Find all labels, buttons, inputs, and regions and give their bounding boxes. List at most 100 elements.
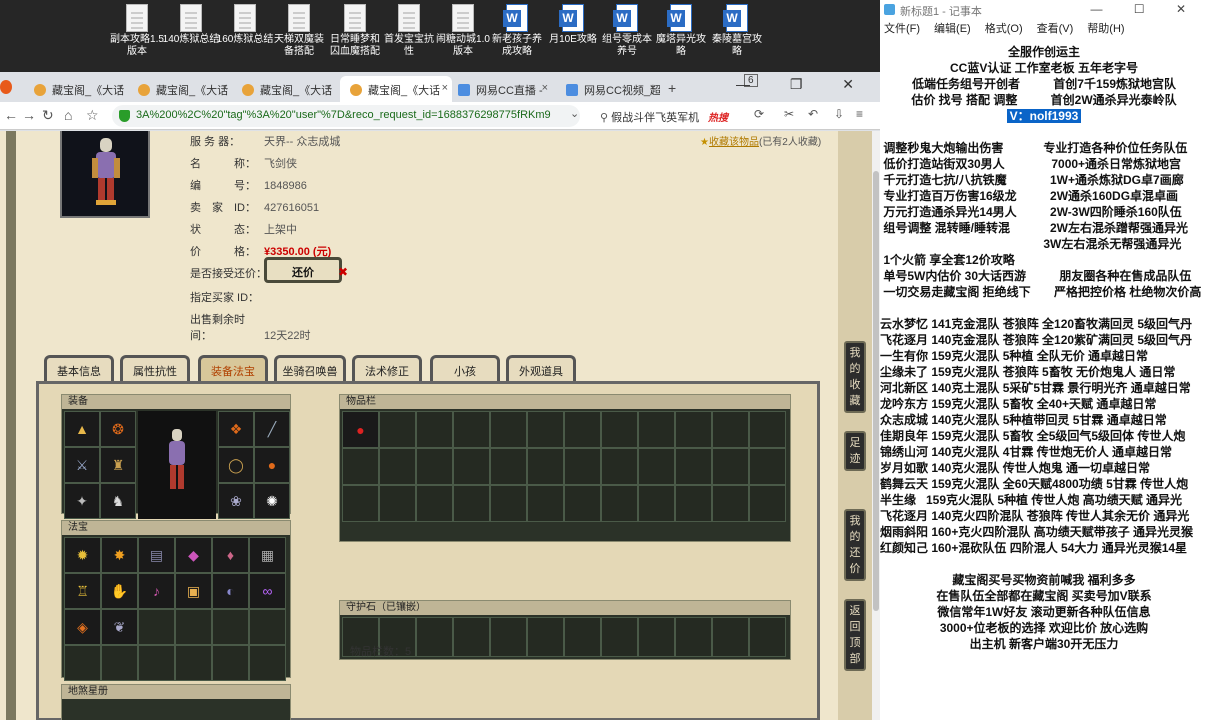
- treasure-flame-icon[interactable]: ✸: [101, 537, 138, 573]
- back-icon[interactable]: ←: [4, 107, 18, 123]
- bag-slot[interactable]: [416, 411, 453, 448]
- desktop-icon[interactable]: W 组号零成本养号: [598, 4, 656, 58]
- notepad-menu-item[interactable]: 文件(F): [884, 23, 920, 35]
- game-tab[interactable]: 法术修正: [352, 355, 422, 383]
- treasure-seal-icon[interactable]: ▣: [175, 573, 212, 609]
- bag-slot[interactable]: [379, 411, 416, 448]
- game-tab[interactable]: 小孩: [430, 355, 500, 383]
- spirit-icon[interactable]: ❀: [218, 483, 254, 519]
- browser-tab[interactable]: 藏宝阁_《大话 ×: [232, 76, 336, 102]
- weapon-icon[interactable]: ⚔: [64, 447, 100, 483]
- browser-tab[interactable]: 藏宝阁_《大话 ×: [340, 76, 452, 102]
- helmet-icon[interactable]: ▲: [64, 411, 100, 447]
- boots-icon[interactable]: ♞: [100, 483, 136, 519]
- bag-slot[interactable]: [638, 448, 675, 485]
- bag-slot[interactable]: [527, 411, 564, 448]
- red-gem-icon[interactable]: ●: [342, 411, 379, 448]
- desktop-icon[interactable]: 首发宝宝抗性: [380, 4, 438, 58]
- bag-slot[interactable]: [564, 448, 601, 485]
- bag-slot[interactable]: [749, 485, 786, 522]
- side-button[interactable]: 足迹: [844, 431, 866, 471]
- bag-slot[interactable]: [342, 485, 379, 522]
- sword-icon[interactable]: ╱: [254, 411, 290, 447]
- bag-slot[interactable]: [490, 448, 527, 485]
- bag-slot[interactable]: [712, 485, 749, 522]
- bag-slot[interactable]: [675, 485, 712, 522]
- guard-slot[interactable]: [749, 617, 786, 657]
- bag-slot[interactable]: [564, 485, 601, 522]
- notepad-menu-item[interactable]: 编辑(E): [934, 23, 971, 35]
- bag-slot[interactable]: [453, 485, 490, 522]
- desktop-icon[interactable]: W 新老孩子养成攻略: [488, 4, 546, 58]
- desktop-icon[interactable]: W 魔塔异光攻略: [652, 4, 710, 58]
- bag-slot[interactable]: [527, 448, 564, 485]
- bookmark-icon[interactable]: ☆: [86, 107, 99, 124]
- treasure-scroll-icon[interactable]: ▤: [138, 537, 175, 573]
- bag-slot[interactable]: [342, 448, 379, 485]
- bag-slot[interactable]: [564, 411, 601, 448]
- treasure-lantern-icon[interactable]: ♦: [212, 537, 249, 573]
- refresh-tool-icon[interactable]: ⟳: [754, 107, 764, 121]
- desktop-icon[interactable]: 天梯双魔装备搭配: [270, 4, 328, 58]
- guard-slot[interactable]: [416, 617, 453, 657]
- guard-slot[interactable]: [638, 617, 675, 657]
- notepad-menu-item[interactable]: 格式(O): [985, 23, 1023, 35]
- forward-icon[interactable]: →: [22, 107, 36, 123]
- bag-slot[interactable]: [601, 485, 638, 522]
- home-icon[interactable]: ⌂: [64, 107, 72, 123]
- treasure-gem-icon[interactable]: ◆: [175, 537, 212, 573]
- downloads-icon[interactable]: ⇩: [834, 107, 844, 121]
- browser-tab[interactable]: 藏宝阁_《大话 ×: [24, 76, 128, 102]
- bag-slot[interactable]: [379, 485, 416, 522]
- pearl-icon[interactable]: ✺: [254, 483, 290, 519]
- side-button[interactable]: 返回顶部: [844, 599, 866, 671]
- bag-slot[interactable]: [675, 448, 712, 485]
- treasure-token-icon[interactable]: ◈: [64, 609, 101, 645]
- bag-slot[interactable]: [638, 485, 675, 522]
- guard-slot[interactable]: [564, 617, 601, 657]
- necklace-icon[interactable]: ❂: [100, 411, 136, 447]
- counter-offer-button[interactable]: 还价: [264, 257, 342, 283]
- game-tab[interactable]: 基本信息: [44, 355, 114, 383]
- page-scrollbar[interactable]: [872, 131, 880, 720]
- undo-icon[interactable]: ↶: [808, 107, 818, 121]
- guard-slot[interactable]: [601, 617, 638, 657]
- guard-slot[interactable]: [490, 617, 527, 657]
- desktop-icon[interactable]: 140炼狱总结: [162, 4, 220, 46]
- treasure-sun-icon[interactable]: ✹: [64, 537, 101, 573]
- bag-slot[interactable]: [601, 448, 638, 485]
- desktop-icon[interactable]: W 秦陵墓宫攻略: [708, 4, 766, 58]
- bag-slot[interactable]: [379, 448, 416, 485]
- scroll-thumb[interactable]: [873, 171, 879, 611]
- treasure-ribbon-icon[interactable]: ∞: [249, 573, 286, 609]
- treasure-dark-icon[interactable]: ◐: [212, 573, 249, 609]
- shoes-icon[interactable]: ✦: [64, 483, 100, 519]
- notepad-menu-item[interactable]: 帮助(H): [1087, 23, 1124, 35]
- treasure-book-icon[interactable]: ▦: [249, 537, 286, 573]
- armor-icon[interactable]: ♜: [100, 447, 136, 483]
- desktop-icon[interactable]: 副本攻略1.5版本: [108, 4, 166, 58]
- bag-slot[interactable]: [416, 485, 453, 522]
- treasure-feather-icon[interactable]: ❦: [101, 609, 138, 645]
- bag-slot[interactable]: [453, 448, 490, 485]
- treasure-flute-icon[interactable]: ♪: [138, 573, 175, 609]
- tab-close-icon[interactable]: ×: [118, 82, 124, 94]
- scissors-icon[interactable]: ✂: [784, 107, 794, 121]
- bag-slot[interactable]: [712, 411, 749, 448]
- guard-slot[interactable]: [675, 617, 712, 657]
- notepad-window-controls[interactable]: — ☐ ✕: [1091, 2, 1200, 16]
- url-bar[interactable]: 3A%200%2C%20"tag"%3A%20"user"%7D&reco_re…: [112, 105, 580, 127]
- notepad-text-area[interactable]: 全服作创运主 CC蓝V认证 工作室老板 五年老字号 低端任务组号开创者 首创7千15…: [880, 38, 1208, 652]
- guard-slot[interactable]: [453, 617, 490, 657]
- desktop-icon[interactable]: 日常睡梦和囚血魔搭配: [326, 4, 384, 58]
- side-button[interactable]: 我的还价: [844, 509, 866, 581]
- game-tab[interactable]: 外观道具: [506, 355, 576, 383]
- tab-close-icon[interactable]: ×: [222, 82, 228, 94]
- reload-icon[interactable]: ↻: [42, 107, 54, 124]
- game-tab[interactable]: 坐骑召唤兽: [274, 355, 346, 383]
- url-dropdown-icon[interactable]: ⌄: [570, 107, 579, 120]
- orb-icon[interactable]: ●: [254, 447, 290, 483]
- bag-slot[interactable]: [749, 411, 786, 448]
- tab-close-icon[interactable]: ×: [326, 82, 332, 94]
- bag-slot[interactable]: [453, 411, 490, 448]
